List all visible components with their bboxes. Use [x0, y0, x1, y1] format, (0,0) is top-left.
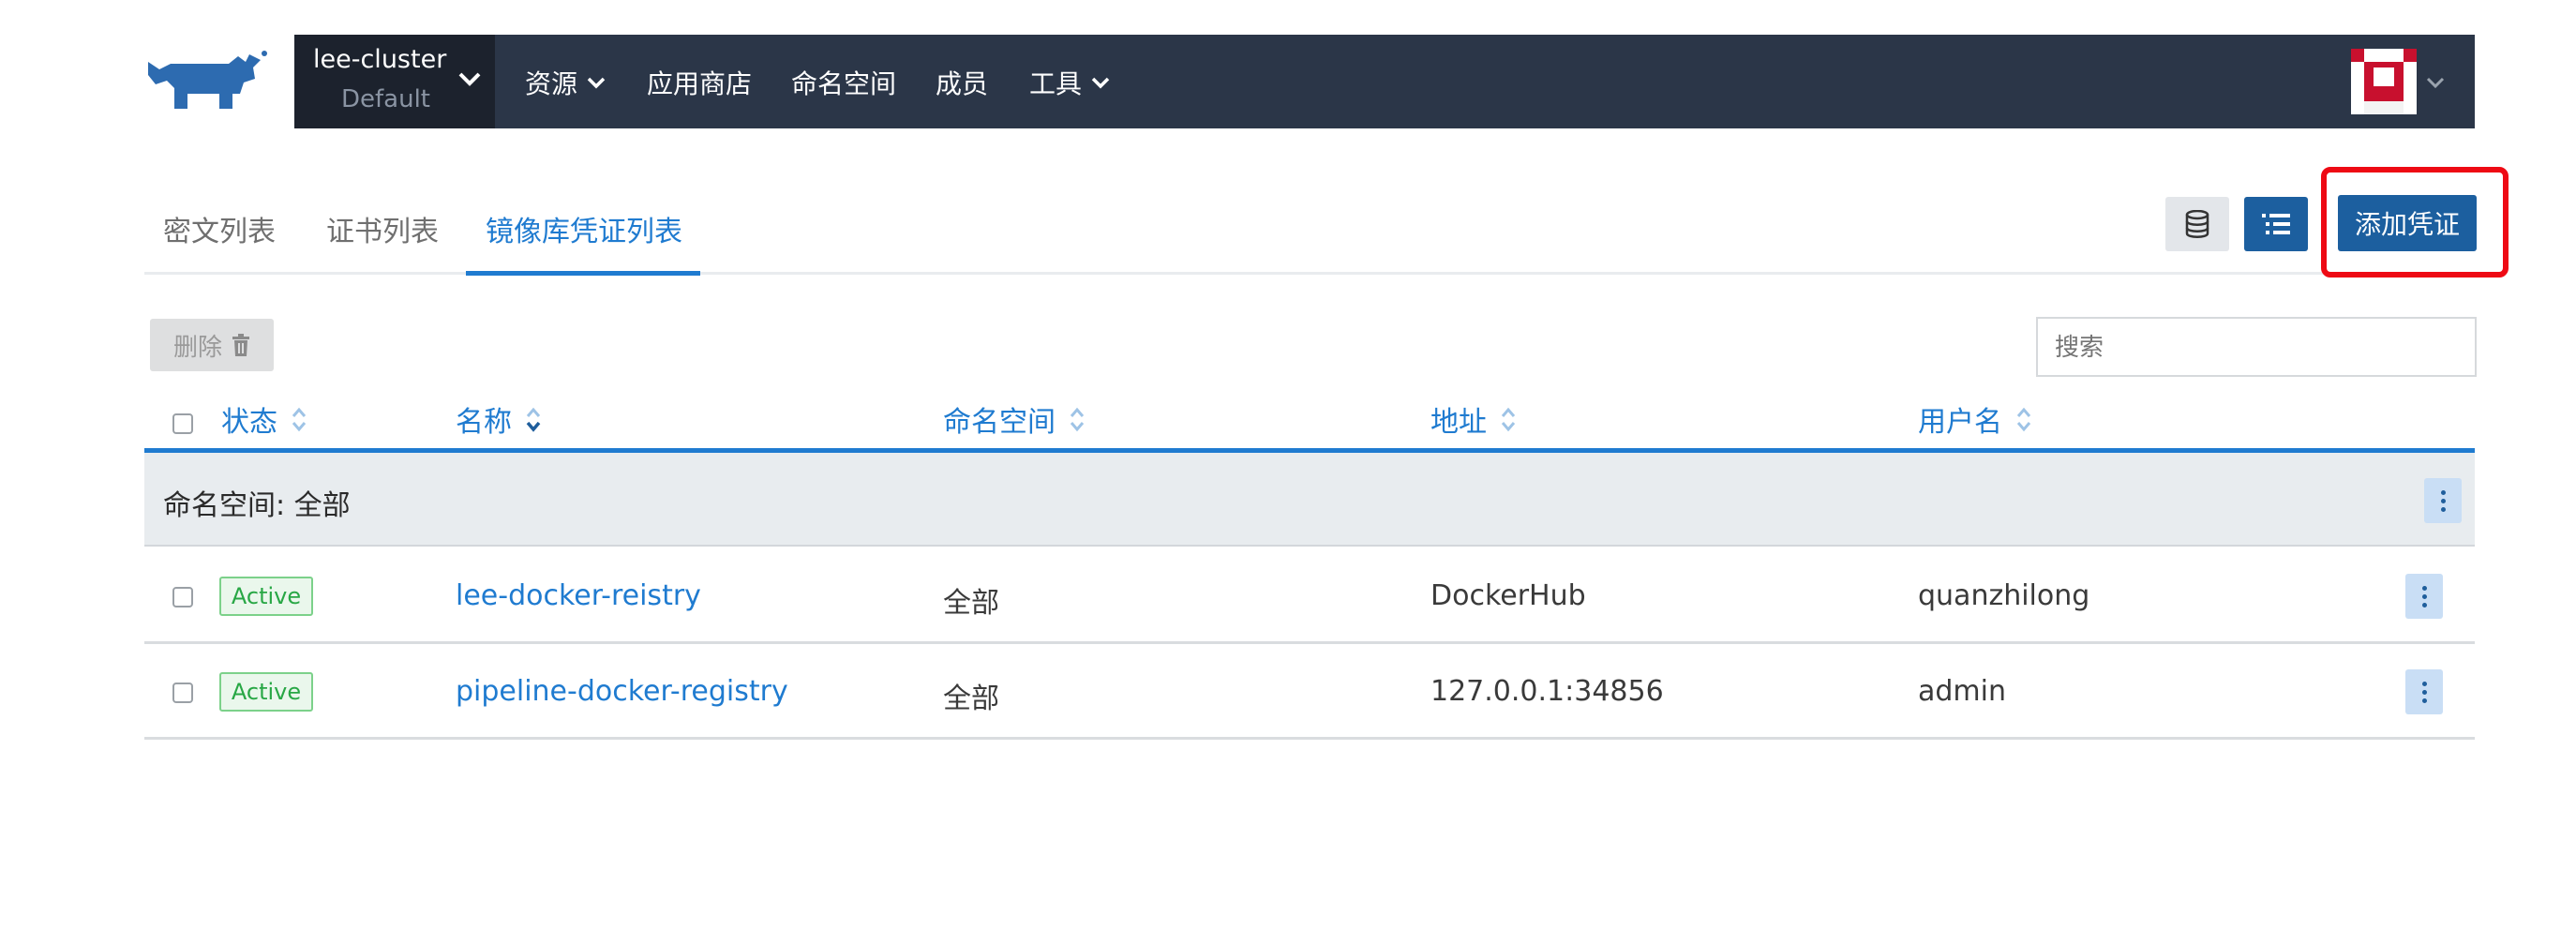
row-actions-button[interactable]	[2405, 574, 2443, 619]
search-input[interactable]	[2036, 317, 2477, 377]
nav-resources-label: 资源	[525, 68, 578, 99]
column-header-status[interactable]: 状态	[221, 398, 307, 440]
select-all-checkbox[interactable]	[172, 413, 193, 434]
cluster-name[interactable]: lee-cluster	[313, 45, 446, 74]
column-header-name[interactable]: 名称	[456, 398, 542, 440]
row-checkbox[interactable]	[172, 587, 193, 608]
tab-secrets[interactable]: 密文列表	[163, 208, 276, 249]
nav-namespaces[interactable]: 命名空间	[791, 64, 896, 101]
more-vertical-icon	[2440, 488, 2446, 514]
credential-name-link[interactable]: lee-docker-reistry	[456, 579, 701, 612]
active-tab-indicator	[466, 271, 700, 276]
sort-icon	[1070, 407, 1085, 432]
row-checkbox[interactable]	[172, 682, 193, 703]
sort-icon	[1501, 407, 1516, 432]
tab-registry-credentials[interactable]: 镜像库凭证列表	[486, 208, 682, 249]
nav-tools[interactable]: 工具	[1029, 64, 1110, 101]
tab-certificates[interactable]: 证书列表	[326, 208, 439, 249]
nav-tools-label: 工具	[1029, 68, 1083, 99]
group-by-namespace-button[interactable]	[2165, 197, 2229, 251]
chevron-down-icon[interactable]	[457, 71, 482, 86]
column-header-namespace[interactable]: 命名空间	[943, 398, 1086, 440]
column-status-label: 状态	[221, 406, 277, 439]
sort-icon	[2016, 407, 2031, 432]
more-vertical-icon	[2421, 680, 2427, 705]
list-icon	[2262, 214, 2290, 234]
chevron-down-icon[interactable]	[2426, 75, 2445, 89]
highlight-box	[2321, 167, 2509, 278]
credential-name-link[interactable]: pipeline-docker-registry	[456, 675, 788, 708]
namespace-cell: 全部	[943, 587, 999, 620]
address-cell: DockerHub	[1430, 579, 1586, 612]
row-divider	[144, 641, 2475, 644]
status-badge: Active	[219, 577, 313, 616]
row-actions-button[interactable]	[2405, 669, 2443, 714]
namespace-group-label: 命名空间: 全部	[163, 489, 351, 522]
chevron-down-icon	[587, 77, 606, 89]
nav-app-store-label: 应用商店	[647, 68, 753, 99]
row-divider	[144, 737, 2475, 740]
trash-icon	[232, 334, 249, 356]
group-actions-button[interactable]	[2424, 478, 2462, 523]
chevron-down-icon	[1091, 77, 1110, 89]
sort-desc-icon	[526, 407, 541, 432]
namespace-group-row	[144, 453, 2475, 547]
column-header-username[interactable]: 用户名	[1918, 398, 2032, 440]
column-name-label: 名称	[456, 406, 512, 439]
column-header-address[interactable]: 地址	[1430, 398, 1517, 440]
nav-members-label: 成员	[936, 68, 989, 99]
status-badge: Active	[219, 672, 313, 712]
rancher-logo[interactable]	[142, 47, 272, 114]
namespace-cell: 全部	[943, 682, 999, 715]
column-address-label: 地址	[1430, 406, 1487, 439]
username-cell: quanzhilong	[1918, 579, 2090, 612]
list-view-button[interactable]	[2244, 197, 2308, 251]
more-vertical-icon	[2421, 584, 2427, 609]
user-avatar[interactable]	[2351, 49, 2417, 114]
project-name[interactable]: Default	[341, 85, 430, 113]
delete-button[interactable]: 删除	[150, 319, 274, 371]
delete-label: 删除	[172, 333, 222, 362]
sort-icon	[292, 407, 307, 432]
nav-namespaces-label: 命名空间	[791, 68, 897, 99]
nav-app-store[interactable]: 应用商店	[647, 64, 752, 101]
column-namespace-label: 命名空间	[943, 406, 1056, 439]
top-navbar	[294, 35, 2475, 128]
address-cell: 127.0.0.1:34856	[1430, 675, 1664, 708]
nav-resources[interactable]: 资源	[525, 64, 606, 101]
username-cell: admin	[1918, 675, 2006, 708]
column-username-label: 用户名	[1918, 406, 2002, 439]
nav-members[interactable]: 成员	[936, 64, 988, 101]
database-icon	[2185, 210, 2209, 238]
